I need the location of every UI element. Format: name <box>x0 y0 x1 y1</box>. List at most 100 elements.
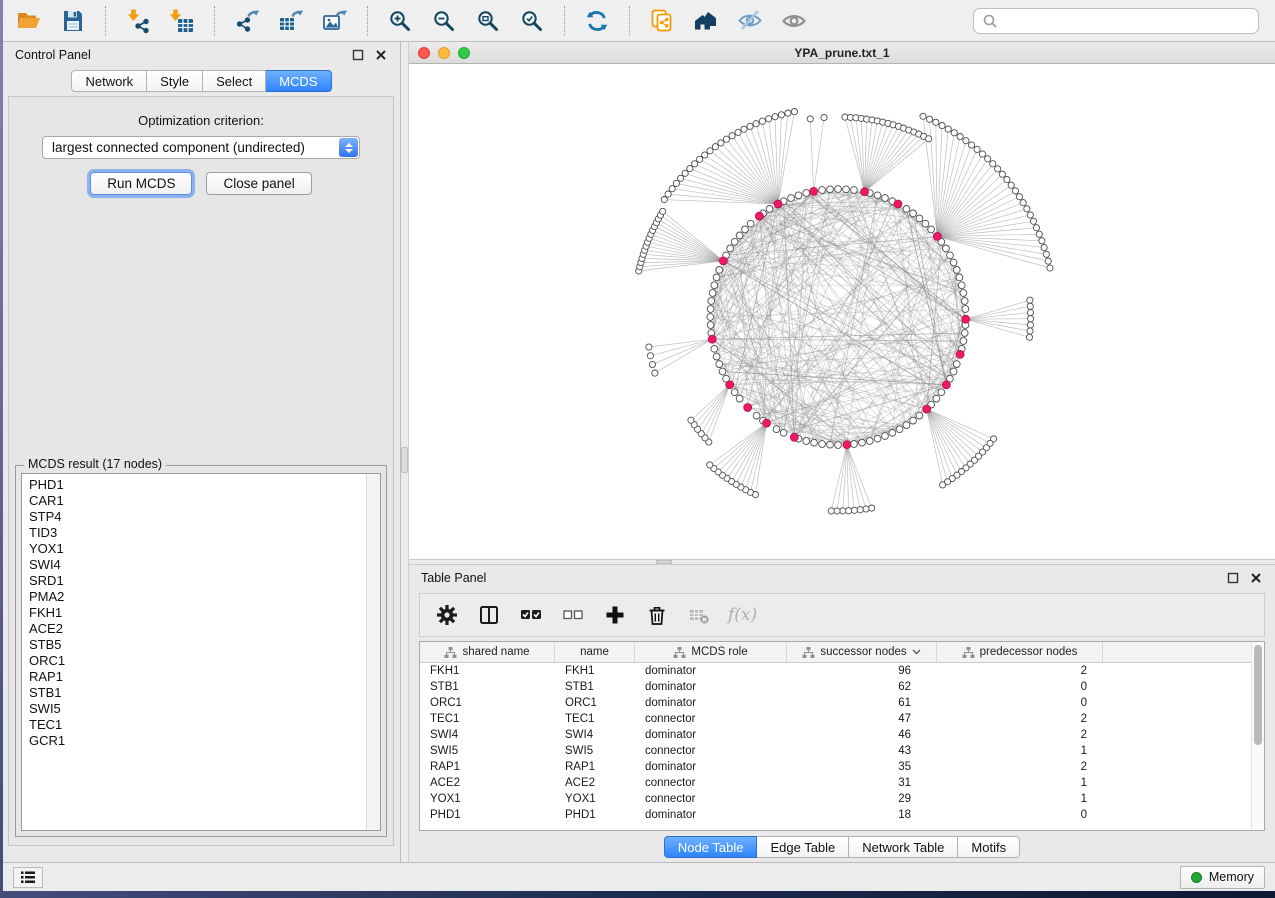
table-row[interactable]: FKH1FKH1dominator962 <box>420 663 1251 679</box>
mcds-list-item[interactable]: YOX1 <box>29 541 366 557</box>
mcds-list-item[interactable]: SWI5 <box>29 701 366 717</box>
float-panel-button[interactable] <box>351 48 365 62</box>
table-cell-predecessor-nodes: 1 <box>937 791 1103 807</box>
select-all-columns-button[interactable] <box>518 602 544 628</box>
zoom-in-icon <box>387 8 413 34</box>
close-window-light[interactable] <box>418 47 430 59</box>
mcds-list-scrollbar[interactable] <box>366 474 380 830</box>
memory-button[interactable]: Memory <box>1180 866 1265 889</box>
refresh-view-button[interactable] <box>579 4 615 38</box>
table-cell-predecessor-nodes: 2 <box>937 727 1103 743</box>
zoom-in-button[interactable] <box>382 4 418 38</box>
float-window-icon <box>352 49 364 61</box>
show-column-panel-button[interactable] <box>476 602 502 628</box>
maximize-window-light[interactable] <box>458 47 470 59</box>
horizontal-splitter[interactable] <box>409 559 1275 565</box>
mcds-list-item[interactable]: GCR1 <box>29 733 366 749</box>
zoom-selected-button[interactable] <box>514 4 550 38</box>
import-table-icon <box>169 8 195 34</box>
close-table-panel-button[interactable] <box>1249 571 1263 585</box>
delete-column-button[interactable] <box>644 602 670 628</box>
table-cell-successor-nodes: 96 <box>787 663 937 679</box>
table-row[interactable]: ORC1ORC1dominator610 <box>420 695 1251 711</box>
add-column-button[interactable] <box>602 602 628 628</box>
table-cell-mcds-role: dominator <box>635 727 787 743</box>
import-table-button[interactable] <box>164 4 200 38</box>
run-mcds-button[interactable]: Run MCDS <box>90 172 192 195</box>
tab-network[interactable]: Network <box>71 70 147 92</box>
zoom-fit-icon <box>475 8 501 34</box>
search-box[interactable] <box>973 8 1259 34</box>
show-all-button[interactable] <box>776 4 812 38</box>
close-icon <box>1250 572 1262 584</box>
import-network-button[interactable] <box>120 4 156 38</box>
tab-network-table[interactable]: Network Table <box>849 836 958 858</box>
table-cell-predecessor-nodes: 2 <box>937 711 1103 727</box>
zoom-fit-button[interactable] <box>470 4 506 38</box>
mcds-list-item[interactable]: STP4 <box>29 509 366 525</box>
float-table-panel-button[interactable] <box>1226 571 1240 585</box>
table-row[interactable]: SWI4SWI4dominator462 <box>420 727 1251 743</box>
table-options-button[interactable] <box>434 602 460 628</box>
vertical-splitter-handle[interactable] <box>401 447 408 473</box>
tab-style[interactable]: Style <box>147 70 203 92</box>
table-row[interactable]: STB1STB1dominator620 <box>420 679 1251 695</box>
duplicate-network-button[interactable] <box>644 4 680 38</box>
zoom-out-button[interactable] <box>426 4 462 38</box>
mcds-list-item[interactable]: PMA2 <box>29 589 366 605</box>
table-scrollbar-thumb[interactable] <box>1254 645 1262 745</box>
mcds-list-item[interactable]: ACE2 <box>29 621 366 637</box>
mcds-list-item[interactable]: PHD1 <box>29 477 366 493</box>
minimize-window-light[interactable] <box>438 47 450 59</box>
export-network-button[interactable] <box>229 4 265 38</box>
column-header-name[interactable]: name <box>555 642 635 662</box>
network-canvas[interactable] <box>409 64 1275 559</box>
tab-edge-table[interactable]: Edge Table <box>757 836 849 858</box>
tab-node-table[interactable]: Node Table <box>664 836 758 858</box>
table-row[interactable]: TEC1TEC1connector472 <box>420 711 1251 727</box>
table-row[interactable]: YOX1YOX1connector291 <box>420 791 1251 807</box>
mcds-list-item[interactable]: TID3 <box>29 525 366 541</box>
close-panel-button[interactable]: Close panel <box>206 172 311 195</box>
mcds-list-item[interactable]: CAR1 <box>29 493 366 509</box>
column-header-shared-name[interactable]: shared name <box>420 642 555 662</box>
vertical-splitter[interactable] <box>400 42 409 862</box>
tab-mcds[interactable]: MCDS <box>266 70 331 92</box>
table-row[interactable]: SWI5SWI5connector431 <box>420 743 1251 759</box>
table-cell-name: FKH1 <box>555 663 635 679</box>
optimization-criterion-select[interactable]: largest connected component (undirected) <box>42 136 360 159</box>
first-neighbors-button[interactable] <box>688 4 724 38</box>
save-session-button[interactable] <box>55 4 91 38</box>
export-table-button[interactable] <box>273 4 309 38</box>
open-file-button[interactable] <box>11 4 47 38</box>
tab-select[interactable]: Select <box>203 70 266 92</box>
column-header-predecessor-nodes[interactable]: predecessor nodes <box>937 642 1103 662</box>
deselect-all-columns-button[interactable] <box>560 602 586 628</box>
table-row[interactable]: RAP1RAP1dominator352 <box>420 759 1251 775</box>
horizontal-splitter-handle[interactable] <box>656 560 672 564</box>
hide-selected-button[interactable] <box>732 4 768 38</box>
function-builder-button[interactable]: f(x) <box>728 602 757 628</box>
mcds-list-item[interactable]: FKH1 <box>29 605 366 621</box>
table-scrollbar[interactable] <box>1251 642 1264 830</box>
mcds-list-item[interactable]: RAP1 <box>29 669 366 685</box>
table-row[interactable]: ACE2ACE2connector311 <box>420 775 1251 791</box>
export-image-button[interactable] <box>317 4 353 38</box>
column-header-successor-nodes[interactable]: successor nodes <box>787 642 937 662</box>
control-panel-title: Control Panel <box>15 48 91 62</box>
mcds-list-item[interactable]: SWI4 <box>29 557 366 573</box>
mcds-list-item[interactable]: TEC1 <box>29 717 366 733</box>
mcds-list-item[interactable]: STB1 <box>29 685 366 701</box>
toolbar-separator <box>214 6 215 36</box>
close-panel-x-button[interactable] <box>374 48 388 62</box>
delete-table-button[interactable] <box>686 602 712 628</box>
column-header-mcds-role[interactable]: MCDS role <box>635 642 787 662</box>
table-row[interactable]: PHD1PHD1dominator180 <box>420 807 1251 823</box>
mcds-list-item[interactable]: STB5 <box>29 637 366 653</box>
mcds-list-item[interactable]: SRD1 <box>29 573 366 589</box>
search-input[interactable] <box>1004 12 1250 29</box>
table-cell-mcds-role: connector <box>635 791 787 807</box>
tab-motifs[interactable]: Motifs <box>958 836 1020 858</box>
task-history-button[interactable] <box>13 867 43 888</box>
mcds-list-item[interactable]: ORC1 <box>29 653 366 669</box>
